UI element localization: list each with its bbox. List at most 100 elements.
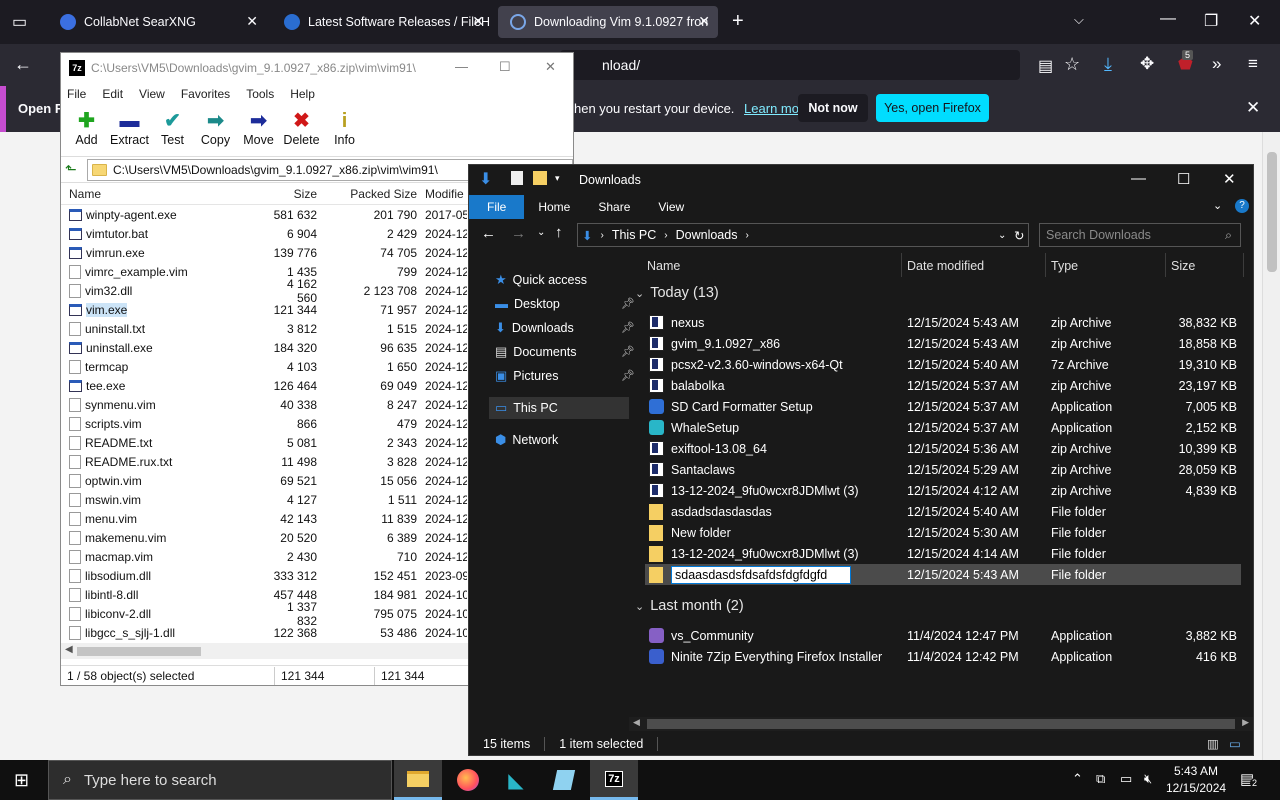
menu-help[interactable]: Help [290,87,315,101]
tab-downloading-vim[interactable]: Downloading Vim 9.1.0927 fron ✕ [498,6,718,38]
menu-favorites[interactable]: Favorites [181,87,230,101]
address-dropdown-icon[interactable]: ⌄ [998,230,1006,241]
column-size[interactable]: Size [269,187,317,201]
list-item[interactable]: WhaleSetup 12/15/2024 5:37 AM Applicatio… [645,417,1241,438]
menu-view[interactable]: View [139,87,165,101]
tool-test-button[interactable]: ✔ Test [151,105,194,156]
details-view-icon[interactable]: ▥ [1207,736,1219,751]
expand-ribbon-icon[interactable]: ⌄ [1213,199,1222,212]
ribbon-tab-view[interactable]: View [644,195,698,219]
list-item[interactable]: exiftool-13.08_64 12/15/2024 5:36 AM zip… [645,438,1241,459]
taskbar-firefox[interactable] [444,760,492,800]
breadcrumb-this-pc[interactable]: This PC [612,228,656,242]
tab-collabnet[interactable]: CollabNet SearXNG ✕ [48,6,266,38]
scrollbar-thumb[interactable] [1267,152,1277,272]
taskbar-notepad[interactable] [540,760,588,800]
tool-move-button[interactable]: ➡ Move [237,105,280,156]
help-icon[interactable]: ? [1235,199,1249,213]
menu-tools[interactable]: Tools [246,87,274,101]
column-divider[interactable] [1165,253,1166,277]
list-item[interactable]: 13-12-2024_9fu0wcxr8JDMlwt (3) 12/15/202… [645,543,1241,564]
list-item[interactable]: vs_Community 11/4/2024 12:47 PM Applicat… [645,625,1241,646]
large-icons-view-icon[interactable]: ▭ [1229,736,1241,751]
tool-extract-button[interactable]: ▬ Extract [108,105,151,156]
menu-icon[interactable]: ≡ [1248,54,1258,74]
column-divider[interactable] [1243,253,1244,277]
firefox-view-icon[interactable]: ▭ [12,12,27,32]
network-icon[interactable]: ▭ [1120,771,1132,787]
nav-item-desktop[interactable]: ▬ Desktop 📌︎ [495,293,635,315]
list-item[interactable]: sdaasdasdsfdsafdsfdgfdgfd 12/15/2024 5:4… [645,564,1241,585]
device-icon[interactable]: ⧉ [1096,771,1105,787]
list-item[interactable]: balabolka 12/15/2024 5:37 AM zip Archive… [645,375,1241,396]
scroll-right-icon[interactable]: ▶ [1242,717,1249,728]
explorer-address-bar[interactable]: ⬇ › This PC › Downloads › ⌄ ↻ [577,223,1029,247]
horizontal-scrollbar[interactable]: ◀ [61,643,469,659]
taskbar-file-explorer[interactable] [394,760,442,800]
column-divider[interactable] [901,253,902,277]
url-bar[interactable]: nload/ [560,50,1020,80]
show-hidden-icons-icon[interactable]: ⌃ [1072,771,1083,787]
minimize-icon[interactable]: — [455,59,468,74]
close-icon[interactable]: ✕ [1223,170,1236,188]
tool-info-button[interactable]: i Info [323,105,366,156]
recent-locations-icon[interactable]: ⌄ [537,227,545,238]
maximize-icon[interactable]: ☐ [1177,170,1190,188]
close-window-icon[interactable]: ✕ [1248,11,1261,31]
close-icon[interactable]: ✕ [472,13,484,30]
volume-muted-icon[interactable]: 🔇︎ [1144,771,1152,787]
list-item[interactable]: gvim_9.1.0927_x86 12/15/2024 5:43 AM zip… [645,333,1241,354]
nav-item-downloads[interactable]: ⬇ Downloads 📌︎ [495,317,635,339]
rename-input[interactable]: sdaasdasdsfdsafdsfdgfdgfd [671,565,851,584]
taskbar-7zip[interactable]: 7z [590,760,638,800]
tool-copy-button[interactable]: ➡ Copy [194,105,237,156]
breadcrumb-downloads[interactable]: Downloads [676,228,738,242]
tool-delete-button[interactable]: ✖ Delete [280,105,323,156]
list-item[interactable]: Santaclaws 12/15/2024 5:29 AM zip Archiv… [645,459,1241,480]
refresh-icon[interactable]: ↻ [1014,228,1024,243]
open-firefox-button[interactable]: Yes, open Firefox [876,94,989,122]
quick-access-dropdown-icon[interactable]: ▾ [555,173,560,184]
list-item[interactable]: nexus 12/15/2024 5:43 AM zip Archive 38,… [645,312,1241,333]
not-now-button[interactable]: Not now [798,94,868,122]
list-item[interactable]: pcsx2-v2.3.60-windows-x64-Qt 12/15/2024 … [645,354,1241,375]
group-header[interactable]: ⌄ Today (13) [635,285,719,301]
column-size[interactable]: Size [1171,259,1195,273]
nav-item-documents[interactable]: ▤ Documents 📌︎ [495,341,635,363]
column-packed-size[interactable]: Packed Size [317,187,417,201]
column-modified[interactable]: Modifie [417,187,467,201]
list-item[interactable]: 13-12-2024_9fu0wcxr8JDMlwt (3) 12/15/202… [645,480,1241,501]
list-item[interactable]: New folder 12/15/2024 5:30 AM File folde… [645,522,1241,543]
list-item[interactable]: asdadsdasdasdas 12/15/2024 5:40 AM File … [645,501,1241,522]
close-icon[interactable]: ✕ [698,13,710,30]
minimize-icon[interactable]: — [1131,170,1146,187]
close-notification-icon[interactable]: ✕ [1246,98,1260,118]
start-windows-icon[interactable]: ⊞ [14,770,29,791]
nav-item-network[interactable]: ⬢ Network [495,429,629,451]
downloads-icon[interactable]: ⤓ [1104,54,1112,75]
group-header[interactable]: ⌄ Last month (2) [635,598,744,614]
column-name[interactable]: Name [61,187,269,201]
scroll-left-icon[interactable]: ◀ [633,717,640,728]
back-icon[interactable]: ← [14,54,32,75]
ribbon-tab-home[interactable]: Home [524,195,584,219]
reader-view-icon[interactable]: ▤ [1038,56,1053,76]
scroll-left-icon[interactable]: ◀ [65,644,73,655]
properties-icon[interactable] [511,171,523,185]
minimize-icon[interactable]: — [1160,10,1176,28]
column-name[interactable]: Name [647,259,680,273]
restore-icon[interactable]: ❐ [1204,11,1218,31]
scrollbar-thumb[interactable] [647,719,1235,729]
nav-item-quick-access[interactable]: ★ Quick access [495,269,629,291]
page-scrollbar[interactable] [1262,132,1280,760]
new-tab-icon[interactable]: + [732,10,744,33]
column-divider[interactable] [1045,253,1046,277]
extensions-icon[interactable]: ✥ [1140,54,1154,74]
horizontal-scrollbar[interactable]: ◀ ▶ [629,717,1253,731]
column-type[interactable]: Type [1051,259,1078,273]
menu-file[interactable]: File [67,87,86,101]
column-date-modified[interactable]: Date modified [907,259,984,273]
list-item[interactable]: SD Card Formatter Setup 12/15/2024 5:37 … [645,396,1241,417]
up-folder-icon[interactable]: ⬑ [65,161,87,178]
nav-item-this-pc[interactable]: ▭ This PC [489,397,629,419]
